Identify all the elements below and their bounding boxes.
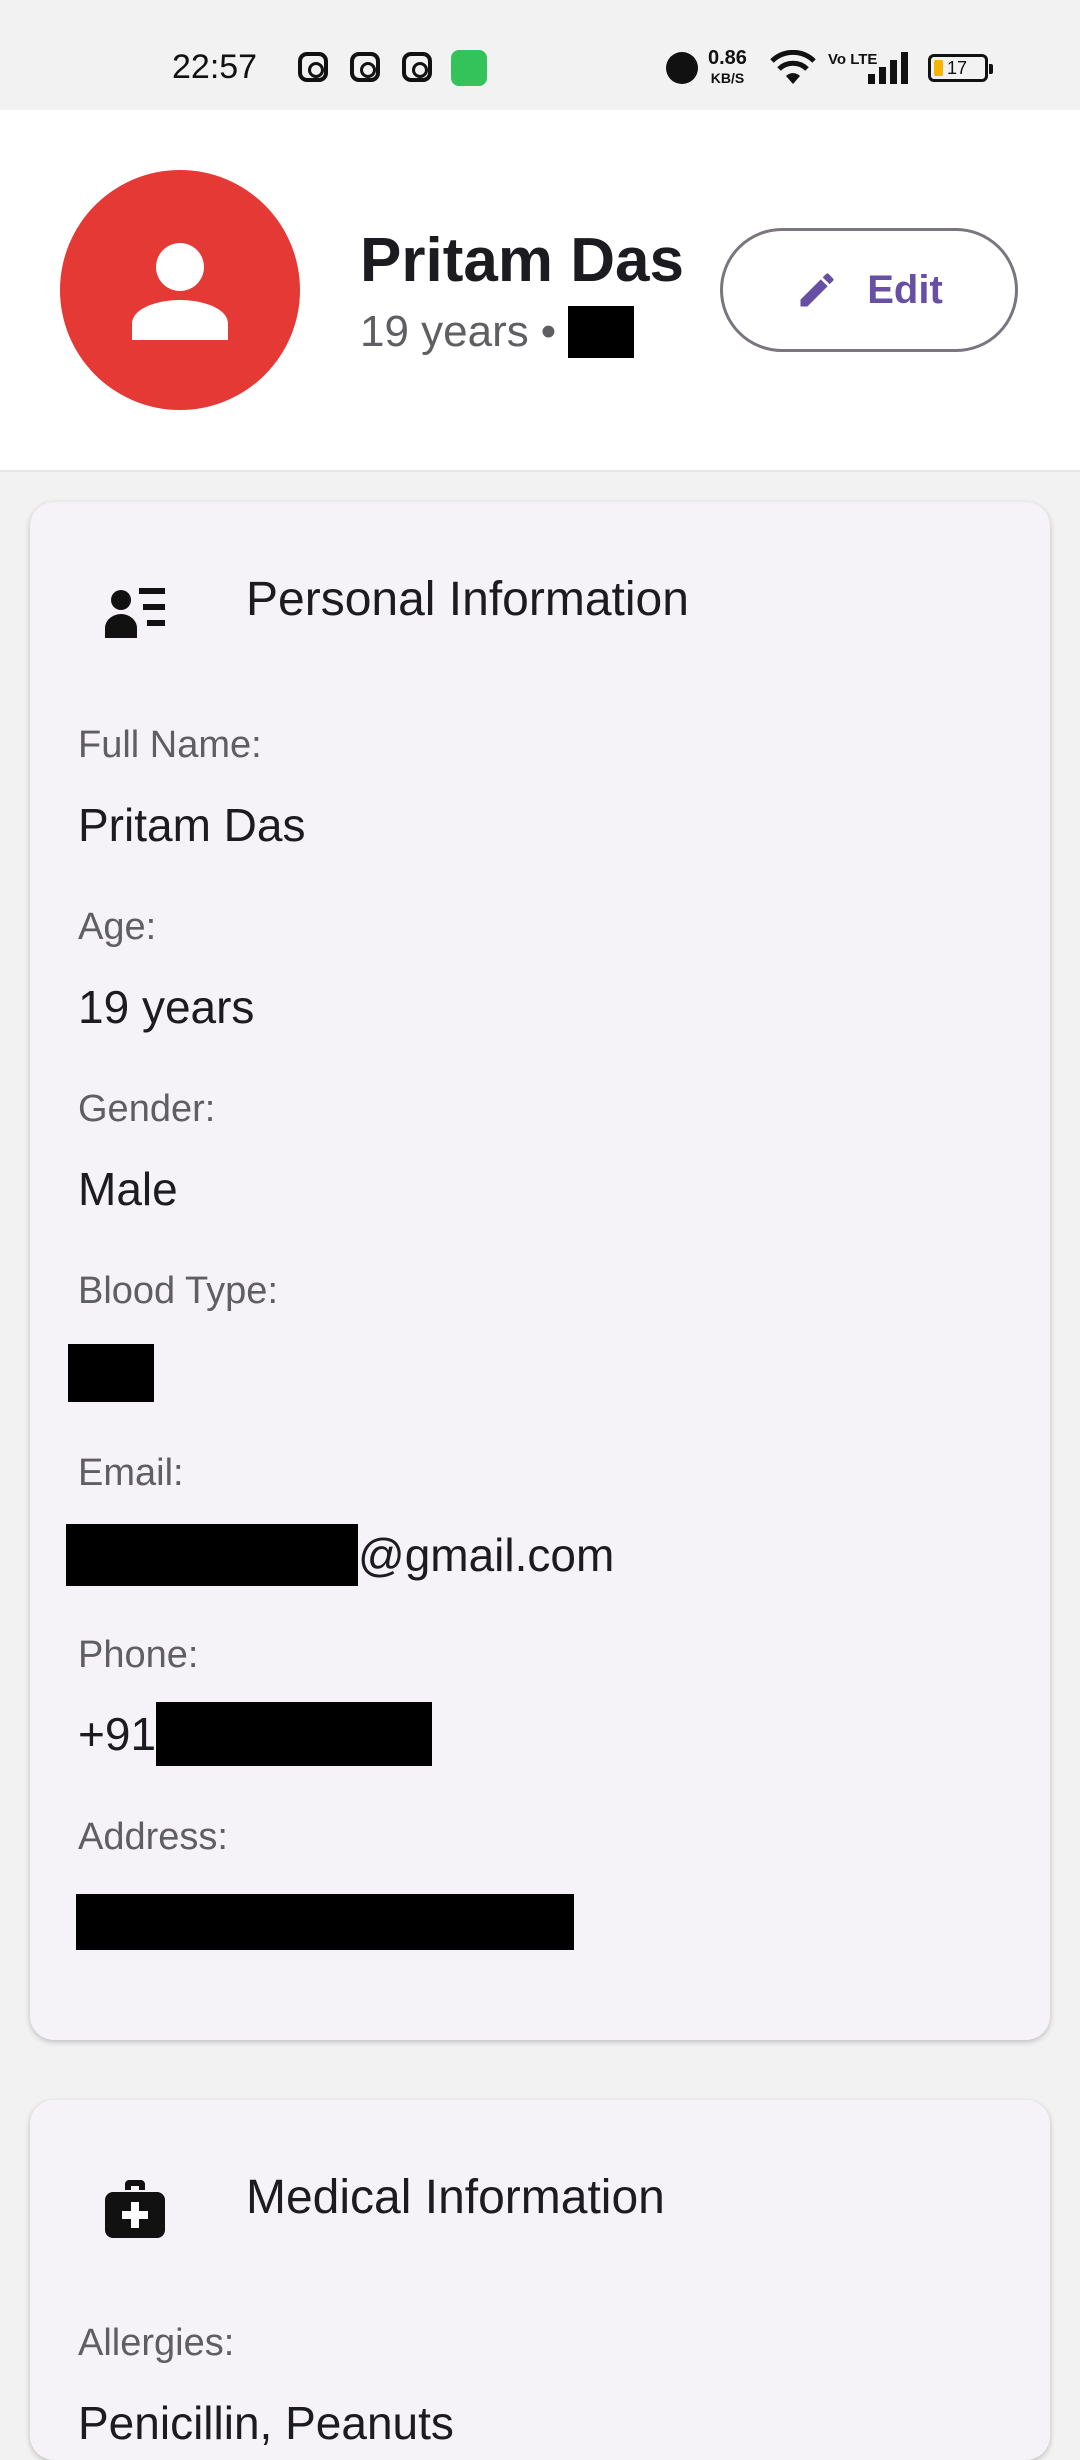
edit-button-label: Edit	[867, 267, 943, 312]
signal-icon	[868, 52, 912, 89]
full-name-value: Pritam Das	[78, 799, 306, 851]
phone-value: +91	[78, 1702, 433, 1766]
person-icon	[132, 243, 228, 340]
profile-name: Pritam Das	[360, 226, 684, 295]
blood-type-label: Blood Type:	[78, 1270, 279, 1312]
gender-value: Male	[78, 1163, 178, 1215]
instagram-icon	[298, 52, 328, 82]
instagram-icon	[350, 52, 380, 82]
battery-icon: 17	[928, 54, 993, 82]
profile-age: 19 years	[360, 307, 529, 356]
allergies-label: Allergies:	[78, 2322, 235, 2364]
wifi-icon	[770, 49, 816, 91]
email-label: Email:	[78, 1452, 184, 1494]
network-speed: 0.86 KB/S	[708, 48, 747, 88]
medical-bag-icon	[105, 2180, 165, 2238]
medical-information-card: Medical Information Allergies: Penicilli…	[30, 2100, 1050, 2460]
phone-prefix: +91	[78, 1708, 157, 1760]
personal-information-card: Personal Information Full Name: Pritam D…	[30, 502, 1050, 2040]
profile-subtitle: 19 years •	[360, 306, 635, 358]
pencil-icon	[800, 273, 834, 307]
instagram-icon	[402, 52, 432, 82]
email-domain: @gmail.com	[358, 1529, 615, 1581]
address-label: Address:	[78, 1816, 228, 1858]
green-app-icon	[451, 50, 487, 86]
network-speed-value: 0.86	[708, 47, 747, 69]
status-bar: 22:57 0.86 KB/S Vo LTE 17	[0, 0, 1080, 110]
gender-label: Gender:	[78, 1088, 216, 1130]
battery-level: 17	[947, 58, 968, 78]
redacted-phone-number	[156, 1702, 433, 1766]
phone-label: Phone:	[78, 1634, 199, 1676]
card-title: Personal Information	[246, 573, 689, 626]
redacted-email-local	[66, 1524, 358, 1586]
avatar	[60, 170, 300, 410]
card-title: Medical Information	[246, 2171, 665, 2224]
full-name-label: Full Name:	[78, 724, 262, 766]
edit-profile-button[interactable]: Edit	[720, 228, 1018, 352]
allergies-value: Penicillin, Peanuts	[78, 2397, 454, 2449]
redacted-blood-type	[568, 306, 635, 358]
email-value: @gmail.com	[66, 1524, 614, 1586]
redacted-address	[76, 1894, 574, 1950]
alarm-icon	[666, 52, 698, 84]
status-time: 22:57	[172, 48, 258, 86]
age-value: 19 years	[78, 981, 255, 1033]
battery-fill	[934, 60, 943, 76]
age-label: Age:	[78, 906, 157, 948]
separator-dot: •	[540, 307, 557, 356]
network-speed-unit: KB/S	[710, 70, 745, 86]
profile-header: Pritam Das 19 years • Edit	[0, 110, 1080, 472]
person-list-icon	[105, 588, 165, 638]
redacted-blood-type	[68, 1344, 154, 1402]
